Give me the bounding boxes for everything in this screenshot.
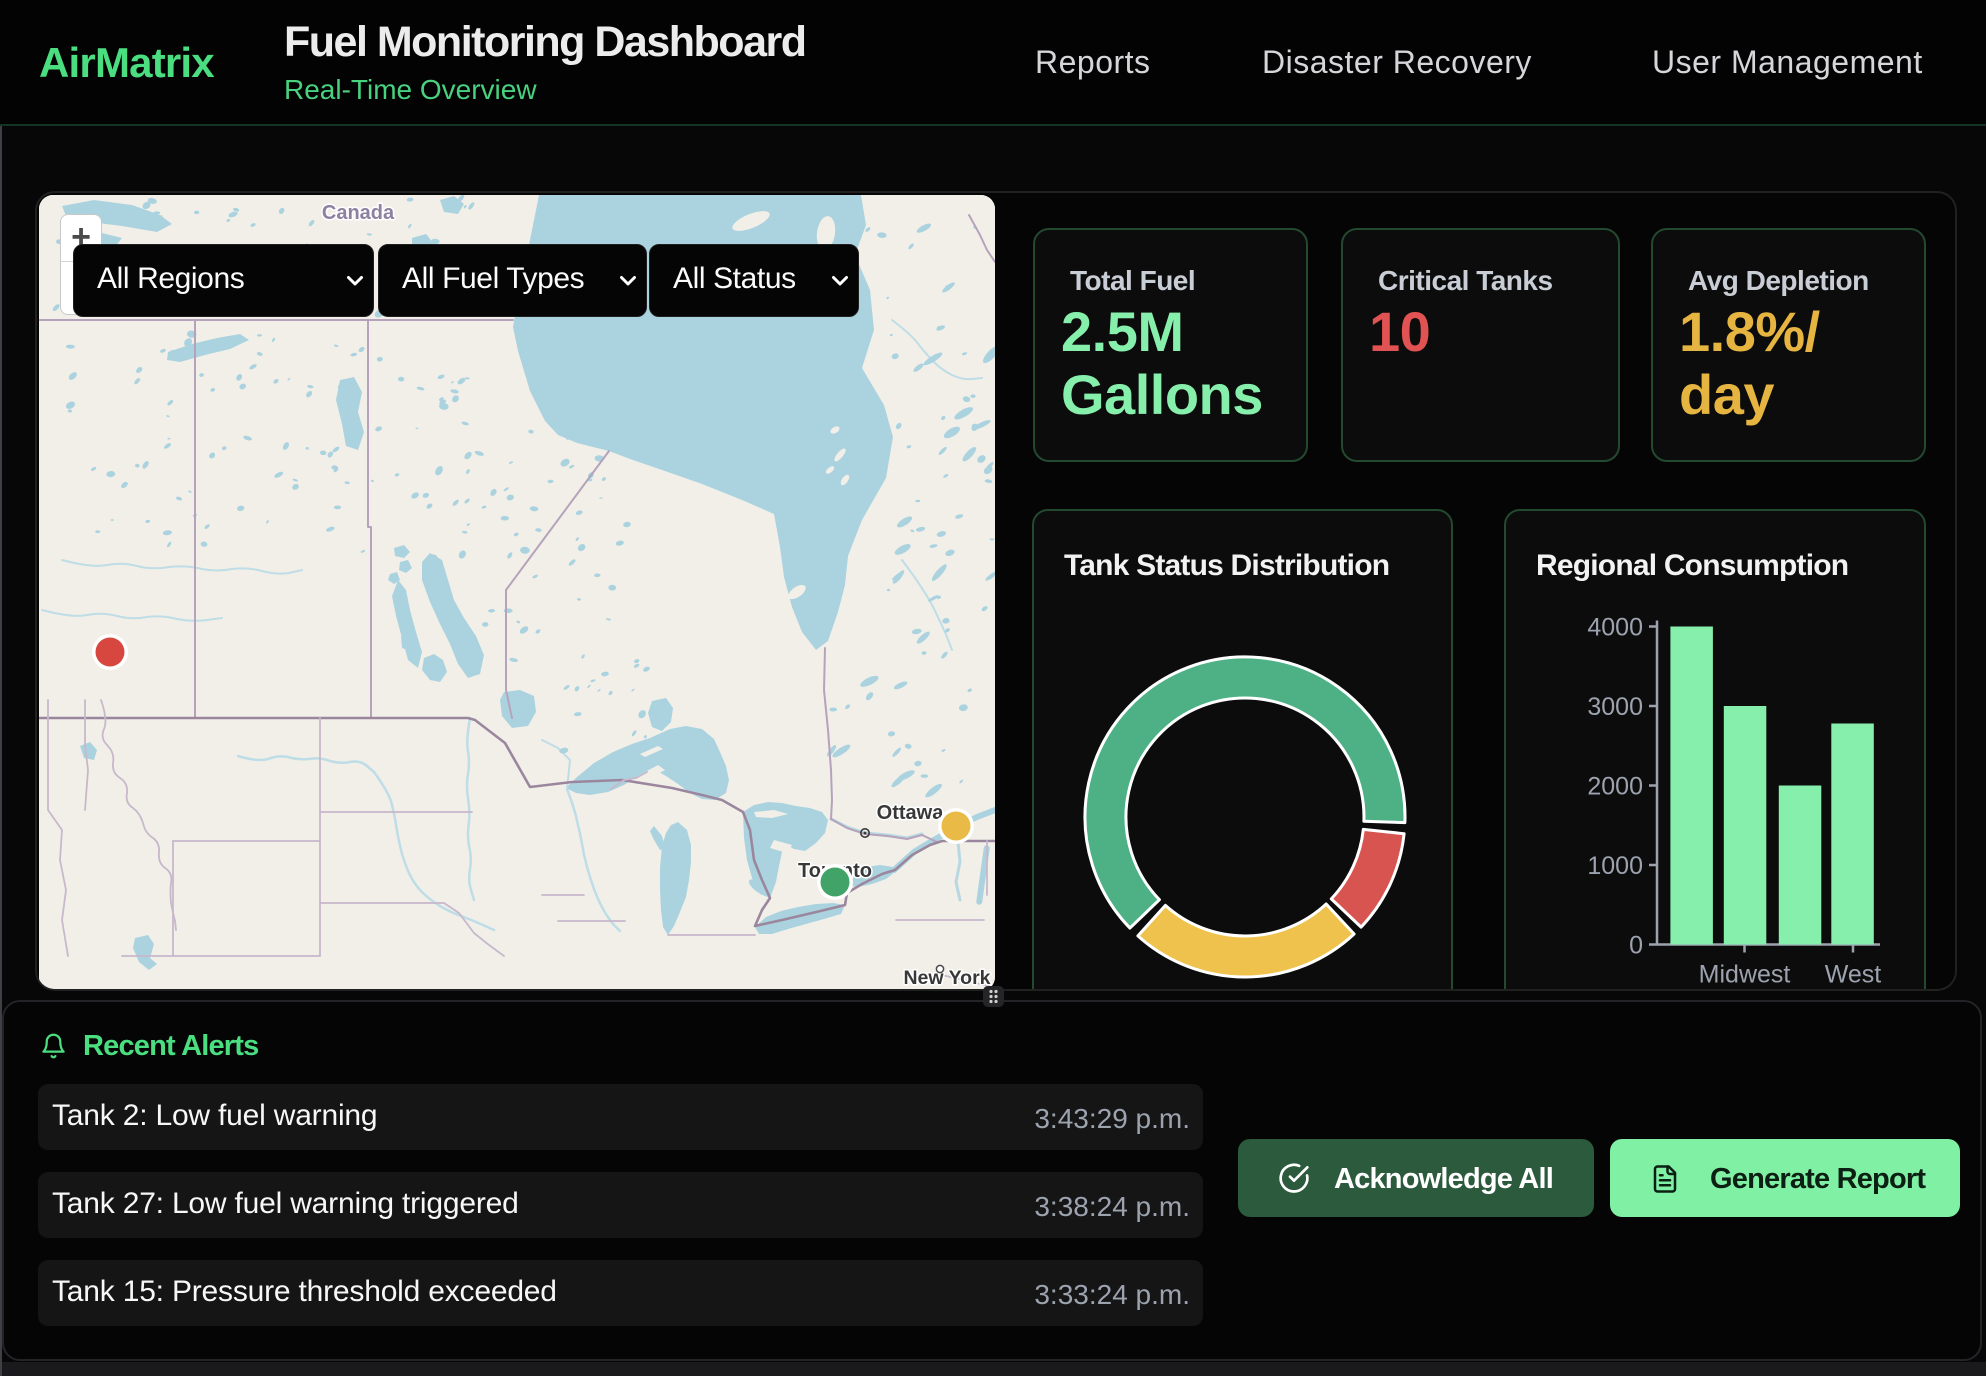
svg-text:Canada: Canada bbox=[322, 202, 395, 224]
svg-text:Ottawa: Ottawa bbox=[877, 802, 945, 824]
svg-text:2000: 2000 bbox=[1587, 773, 1643, 801]
svg-text:4000: 4000 bbox=[1587, 614, 1643, 642]
svg-text:Midwest: Midwest bbox=[1699, 961, 1791, 989]
svg-text:0: 0 bbox=[1629, 932, 1643, 960]
svg-text:3000: 3000 bbox=[1587, 693, 1643, 721]
svg-text:New York: New York bbox=[903, 967, 990, 989]
svg-text:1000: 1000 bbox=[1587, 852, 1643, 880]
svg-text:West: West bbox=[1825, 961, 1882, 989]
